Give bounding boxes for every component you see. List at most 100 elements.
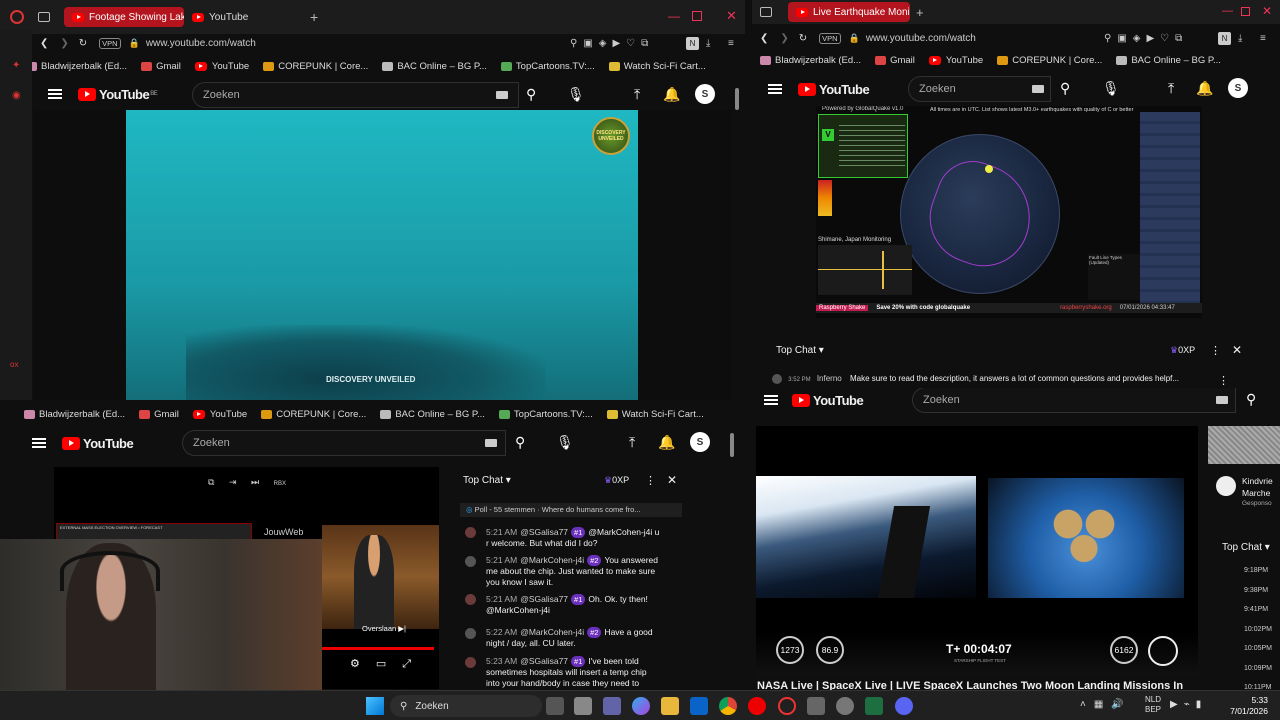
bookmark-item[interactable]: BAC Online – BG P...	[382, 61, 487, 72]
tab-earthquake[interactable]: Live Earthquake Monitorin	[788, 2, 910, 22]
extension-icons[interactable]: ⚲▣◈▶♡⧉	[1104, 33, 1188, 44]
theater-icon[interactable]: ▭	[376, 658, 402, 670]
url-text[interactable]: www.youtube.com/watch	[146, 38, 256, 49]
menu-icon[interactable]	[32, 438, 46, 448]
bookmark-item[interactable]: COREPUNK | Core...	[263, 61, 368, 72]
microphone-icon[interactable]: 🎙	[567, 87, 585, 101]
scrollbar[interactable]	[730, 433, 734, 457]
search-icon[interactable]: ⚲	[526, 87, 536, 101]
fullscreen-icon[interactable]: ⤢	[402, 658, 427, 670]
search-input[interactable]: Zoeken	[912, 388, 1236, 413]
avatar[interactable]: S	[695, 84, 715, 104]
bookmark-item[interactable]: YouTube	[928, 55, 983, 66]
bookmark-item[interactable]: Bladwijzerbalk (Ed...	[26, 61, 127, 72]
search-input[interactable]: Zoeken	[908, 76, 1051, 102]
reload-icon[interactable]: ↻	[799, 33, 807, 44]
copilot-icon[interactable]	[632, 697, 650, 715]
search-input[interactable]: Zoeken	[192, 82, 519, 108]
bookmark-item[interactable]: Bladwijzerbalk (Ed...	[760, 55, 861, 66]
maximize-button[interactable]	[1241, 7, 1250, 16]
menu-icon[interactable]: ≡	[1260, 33, 1266, 44]
keyboard-icon[interactable]	[485, 439, 497, 447]
avatar[interactable]: S	[690, 432, 710, 452]
sidebar-icon[interactable]: ✦	[12, 60, 20, 71]
start-button[interactable]	[366, 697, 384, 715]
xp-badge[interactable]: ♛0XP	[604, 475, 629, 486]
top-chat-dropdown[interactable]: Top Chat ▾	[1222, 542, 1270, 553]
upload-icon[interactable]: ⤒	[634, 87, 640, 101]
profile-icon[interactable]: N	[686, 36, 699, 50]
minimize-button[interactable]: —	[1222, 5, 1233, 17]
menu-icon[interactable]	[768, 84, 782, 94]
poll-banner[interactable]: ◎ Poll - 55 stemmen · Where do humans co…	[460, 503, 682, 517]
top-chat-dropdown[interactable]: Top Chat ▾	[776, 345, 824, 356]
taskbar-search[interactable]: ⚲ Zoeken	[390, 695, 542, 717]
forward-icon[interactable]: ❯	[780, 33, 788, 44]
forward-icon[interactable]: ❯	[60, 38, 68, 49]
microphone-icon[interactable]: 🎙	[1102, 81, 1120, 95]
back-icon[interactable]: ❮	[760, 33, 768, 44]
video-player[interactable]: DISCOVERY UNVEILED DISCOVERY UNVEILED	[34, 110, 731, 400]
upload-icon[interactable]: ⤒	[1168, 81, 1174, 95]
close-window-button[interactable]: ✕	[1262, 4, 1272, 18]
sidebar-icon[interactable]: ◉	[12, 90, 21, 101]
avatar[interactable]: S	[1228, 78, 1248, 98]
url-text[interactable]: www.youtube.com/watch	[866, 33, 976, 44]
keyboard-icon[interactable]	[496, 91, 508, 99]
excel-icon[interactable]	[865, 697, 883, 715]
more-icon[interactable]: ⋮	[1210, 344, 1221, 357]
close-icon[interactable]: ✕	[1232, 343, 1242, 357]
tray-icons[interactable]: ˄▦🔊	[1080, 699, 1132, 710]
system-tray-media[interactable]: ▶⌁▮	[1170, 699, 1207, 710]
minimize-button[interactable]: —	[668, 9, 680, 23]
close-window-button[interactable]: ✕	[726, 8, 737, 24]
next-icon[interactable]: ⏭	[251, 477, 259, 487]
xp-badge[interactable]: ♛0XP	[1170, 345, 1195, 356]
bookmark-item[interactable]: Watch Sci-Fi Cart...	[606, 409, 704, 420]
menu-icon[interactable]	[48, 89, 62, 99]
teams-icon[interactable]	[603, 697, 621, 715]
download-icon[interactable]: ⤓	[1238, 33, 1242, 44]
youtube-logo[interactable]: YouTube	[798, 82, 870, 97]
keyboard-icon[interactable]	[1032, 85, 1044, 93]
search-icon[interactable]: ⚲	[1246, 392, 1256, 406]
more-icon[interactable]: ⋮	[645, 474, 656, 487]
skip-ad-button[interactable]: Overslaan ▶|	[362, 624, 406, 633]
video-player[interactable]: Powered by GlobalQuake v1.0 All times ar…	[816, 106, 1202, 318]
bell-icon[interactable]: 🔔	[1196, 81, 1213, 95]
vpn-badge[interactable]: VPN	[819, 32, 841, 44]
youtube-logo[interactable]: YouTube	[792, 393, 864, 408]
menu-icon[interactable]: ≡	[728, 38, 734, 49]
bookmark-item[interactable]: COREPUNK | Core...	[261, 409, 366, 420]
folder-icon[interactable]	[661, 697, 679, 715]
bookmark-item[interactable]: COREPUNK | Core...	[997, 55, 1102, 66]
keyboard-icon[interactable]	[1216, 396, 1228, 404]
tab-youtube[interactable]: YouTube	[184, 7, 304, 27]
search-icon[interactable]: ⚲	[515, 435, 525, 449]
bookmark-item[interactable]: YouTube	[194, 61, 249, 72]
microphone-icon[interactable]: 🎙	[556, 435, 574, 449]
extension-icons[interactable]: ⚲▣◈▶♡⧉	[570, 38, 654, 49]
top-chat-dropdown[interactable]: Top Chat ▾	[463, 475, 511, 486]
bookmark-item[interactable]: TopCartoons.TV:...	[500, 61, 595, 72]
bookmark-item[interactable]: Gmail	[141, 61, 181, 72]
tab-footage[interactable]: Footage Showing Lake	[64, 7, 184, 27]
download-icon[interactable]: ⤓	[706, 38, 710, 49]
maximize-button[interactable]	[692, 11, 702, 21]
new-tab-button[interactable]: +	[310, 9, 318, 25]
bookmark-item[interactable]: TopCartoons.TV:...	[498, 409, 593, 420]
search-icon[interactable]: ⚲	[1060, 81, 1070, 95]
bookmark-item[interactable]: BAC Online – BG P...	[1116, 55, 1221, 66]
more-icon[interactable]: ⋮	[1218, 374, 1229, 387]
outlook-icon[interactable]	[690, 697, 708, 715]
calculator-icon[interactable]	[807, 697, 825, 715]
bookmark-item[interactable]: Bladwijzerbalk (Ed...	[24, 409, 125, 420]
youtube-logo[interactable]: YouTube BE	[78, 87, 158, 102]
settings-icon[interactable]: ⚙	[350, 658, 376, 670]
search-input[interactable]: Zoeken	[182, 430, 506, 456]
pinned-message[interactable]: 3:52 PM Inferno Make sure to read the de…	[772, 374, 1242, 388]
youtube-app-icon[interactable]	[748, 697, 766, 715]
exit-icon[interactable]: ⇥	[229, 477, 237, 487]
bookmark-item[interactable]: Gmail	[139, 409, 179, 420]
bell-icon[interactable]: 🔔	[658, 435, 675, 449]
